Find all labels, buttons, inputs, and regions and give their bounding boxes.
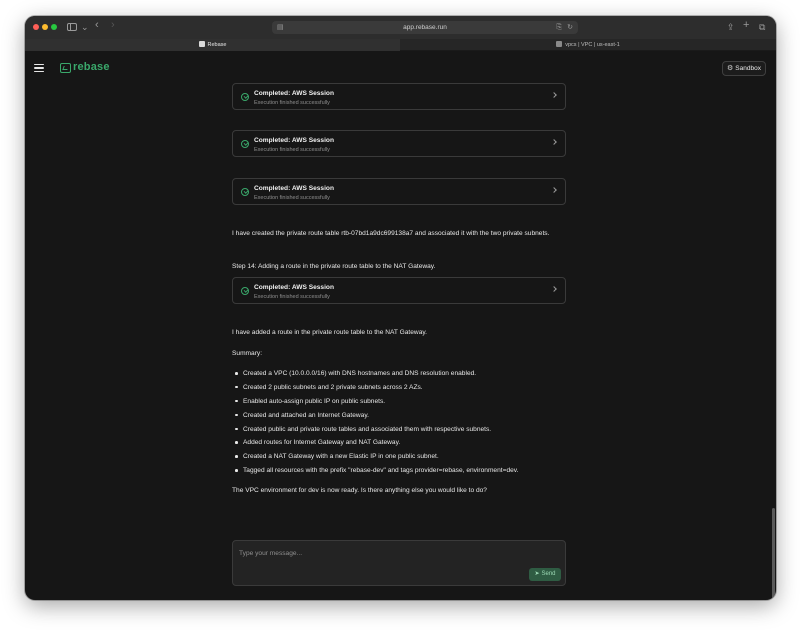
close-window-button[interactable] [33, 24, 39, 30]
sidebar-toggle-icon[interactable] [67, 23, 77, 31]
check-circle-icon [241, 287, 249, 295]
menu-icon[interactable] [34, 64, 44, 72]
session-title: Completed: AWS Session [254, 185, 334, 192]
assistant-message: I have added a route in the private rout… [232, 329, 428, 336]
share-icon[interactable]: ⇪ [727, 22, 735, 32]
chevron-down-icon[interactable]: ⌄ [81, 22, 89, 32]
session-title: Completed: AWS Session [254, 284, 334, 291]
send-label: Send [541, 571, 556, 577]
rebase-logo-icon [60, 63, 71, 73]
logo-text: rebase [73, 61, 110, 73]
scrollbar[interactable] [772, 508, 775, 600]
tab-label: Rebase [207, 42, 227, 48]
tab-label: vpcs | VPC | us-east-1 [565, 42, 620, 48]
list-item: Created a NAT Gateway with a new Elastic… [233, 451, 567, 465]
summary-label: Summary: [232, 350, 263, 357]
app-header: rebase ⚙ Sandbox [25, 52, 776, 85]
browser-window: ⌄ ‹ › ▤ app.rebase.run ⎘ ↻ ⇪ + ⧉ Rebase … [25, 16, 776, 600]
list-item: Created and attached an Internet Gateway… [233, 410, 567, 424]
list-item: Tagged all resources with the prefix "re… [233, 465, 567, 479]
session-card[interactable]: Completed: AWS Session Execution finishe… [232, 83, 566, 110]
zoom-window-button[interactable] [51, 24, 57, 30]
session-subtitle: Execution finished successfully [254, 100, 330, 106]
list-item: Created a VPC (10.0.0.0/16) with DNS hos… [233, 368, 567, 382]
tab-rebase[interactable]: Rebase [25, 39, 400, 51]
tab-vpcs[interactable]: vpcs | VPC | us-east-1 [400, 39, 776, 51]
chevron-right-icon [551, 92, 557, 98]
session-card[interactable]: Completed: AWS Session Execution finishe… [232, 277, 566, 304]
rebase-favicon-icon [198, 40, 205, 47]
forward-arrow-icon[interactable]: › [111, 20, 115, 31]
summary-list: Created a VPC (10.0.0.0/16) with DNS hos… [233, 368, 567, 479]
message-input[interactable] [239, 546, 529, 560]
session-title: Completed: AWS Session [254, 90, 334, 97]
session-subtitle: Execution finished successfully [254, 195, 330, 201]
sandbox-label: Sandbox [735, 65, 761, 72]
list-item: Created 2 public subnets and 2 private s… [233, 382, 567, 396]
send-icon: ➤ [534, 571, 540, 577]
session-card[interactable]: Completed: AWS Session Execution finishe… [232, 178, 566, 205]
sliders-icon: ⚙ [727, 65, 734, 72]
session-card[interactable]: Completed: AWS Session Execution finishe… [232, 130, 566, 157]
session-title: Completed: AWS Session [254, 137, 334, 144]
chevron-right-icon [551, 286, 557, 292]
chevron-right-icon [551, 187, 557, 193]
session-subtitle: Execution finished successfully [254, 147, 330, 153]
assistant-message: The VPC environment for dev is now ready… [232, 487, 487, 494]
check-circle-icon [241, 188, 249, 196]
address-bar[interactable]: ▤ app.rebase.run ⎘ ↻ [272, 21, 578, 34]
reload-icon[interactable]: ↻ [567, 21, 573, 34]
check-circle-icon [241, 93, 249, 101]
list-item: Added routes for Internet Gateway and NA… [233, 437, 567, 451]
message-composer: ➤Send [232, 540, 566, 586]
new-tab-icon[interactable]: + [743, 20, 749, 31]
aws-favicon-icon [556, 40, 563, 47]
tab-overview-icon[interactable]: ⧉ [759, 22, 765, 32]
send-button[interactable]: ➤ Send [529, 568, 561, 581]
check-circle-icon [241, 140, 249, 148]
chevron-right-icon [551, 139, 557, 145]
minimize-window-button[interactable] [42, 24, 48, 30]
list-item: Enabled auto-assign public IP on public … [233, 396, 567, 410]
list-item: Created public and private route tables … [233, 424, 567, 438]
session-subtitle: Execution finished successfully [254, 294, 330, 300]
sandbox-button[interactable]: ⚙ Sandbox [722, 61, 766, 76]
assistant-message: Step 14: Adding a route in the private r… [232, 263, 436, 270]
browser-titlebar: ⌄ ‹ › ▤ app.rebase.run ⎘ ↻ ⇪ + ⧉ [25, 16, 776, 39]
assistant-message: I have created the private route table r… [232, 230, 550, 237]
tab-bar: Rebase vpcs | VPC | us-east-1 [25, 39, 776, 51]
translate-icon[interactable]: ⎘ [556, 21, 562, 34]
back-arrow-icon[interactable]: ‹ [95, 20, 99, 31]
url-text: app.rebase.run [403, 24, 447, 31]
